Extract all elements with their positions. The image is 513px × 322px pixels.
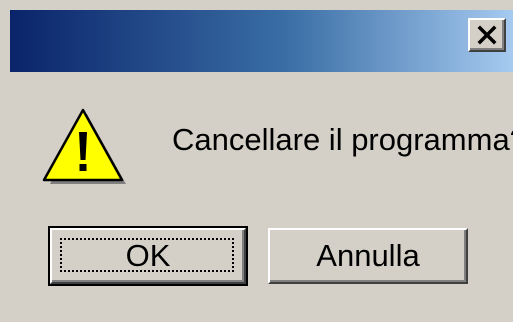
ok-button[interactable]: OK bbox=[48, 226, 248, 286]
cancel-button-label: Annulla bbox=[316, 238, 420, 273]
close-icon bbox=[477, 25, 497, 45]
message-dialog: Cancellare il programma? OK Annulla bbox=[0, 0, 513, 322]
close-button[interactable] bbox=[468, 18, 506, 52]
dialog-message: Cancellare il programma? bbox=[172, 122, 513, 157]
title-bar[interactable] bbox=[10, 10, 513, 72]
cancel-button[interactable]: Annulla bbox=[268, 228, 468, 284]
warning-icon bbox=[40, 108, 130, 188]
ok-button-label: OK bbox=[125, 238, 171, 273]
